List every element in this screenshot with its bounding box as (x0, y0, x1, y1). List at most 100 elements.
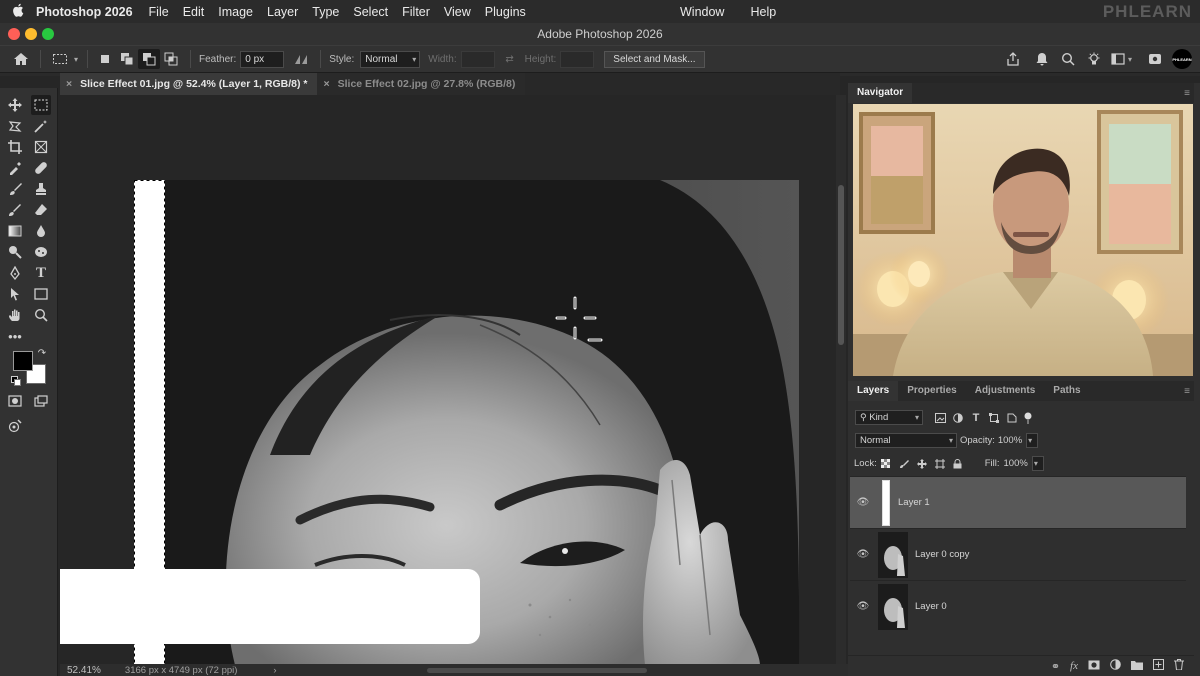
menu-type[interactable]: Type (312, 5, 339, 19)
visibility-eye-icon[interactable]: 👁 (850, 601, 876, 612)
close-window-button[interactable] (8, 28, 20, 40)
type-tool-icon[interactable]: T (31, 263, 51, 283)
layer-name[interactable]: Layer 0 copy (915, 549, 969, 560)
horizontal-scrollbar[interactable] (426, 667, 647, 673)
feather-input[interactable]: 0 px (240, 50, 285, 68)
dodge-tool-icon[interactable] (5, 242, 25, 262)
scroll-thumb[interactable] (838, 185, 844, 345)
layer-row-layer-0-copy[interactable]: 👁 Layer 0 copy (850, 528, 1186, 580)
navigator-preview-video[interactable] (853, 104, 1193, 376)
zoom-level[interactable]: 52.41% (67, 665, 101, 676)
menu-layer[interactable]: Layer (267, 5, 298, 19)
add-to-selection-icon[interactable] (116, 49, 138, 69)
plugins-icon[interactable] (1144, 49, 1166, 69)
tab-layers[interactable]: Layers (848, 381, 899, 401)
lock-artboard-icon[interactable] (931, 454, 949, 474)
new-selection-icon[interactable] (94, 49, 116, 69)
swap-dimensions-icon[interactable]: ⇄ (499, 49, 521, 69)
blur-tool-icon[interactable] (31, 221, 51, 241)
tab-adjustments[interactable]: Adjustments (966, 381, 1045, 401)
rectangular-marquee-tool-icon[interactable] (31, 95, 51, 115)
zoom-window-button[interactable] (42, 28, 54, 40)
tab-properties[interactable]: Properties (898, 381, 965, 401)
path-selection-tool-icon[interactable] (5, 284, 25, 304)
fill-input[interactable]: 100% (1004, 458, 1028, 469)
menu-filter[interactable]: Filter (402, 5, 430, 19)
more-tools-icon[interactable]: ••• (5, 326, 25, 346)
blend-mode-select[interactable]: Normal ▾ (855, 433, 957, 448)
home-icon[interactable] (10, 49, 32, 69)
filter-smart-object-icon[interactable] (1003, 408, 1021, 428)
chevron-right-icon[interactable]: › (273, 665, 276, 676)
link-layers-icon[interactable]: ⚭ (1051, 660, 1060, 673)
new-layer-icon[interactable] (1153, 659, 1164, 673)
magic-wand-tool-icon[interactable] (31, 116, 51, 136)
document-canvas[interactable] (60, 95, 836, 665)
hand-tool-icon[interactable] (5, 305, 25, 325)
apple-menu-icon[interactable] (0, 3, 36, 20)
healing-brush-tool-icon[interactable] (31, 158, 51, 178)
pen-tool-icon[interactable] (5, 263, 25, 283)
lock-all-icon[interactable] (949, 454, 967, 474)
subtract-from-selection-icon[interactable] (138, 49, 160, 69)
vertical-scrollbar[interactable] (836, 95, 846, 665)
layer-name[interactable]: Layer 1 (898, 497, 930, 508)
new-group-folder-icon[interactable] (1131, 660, 1143, 673)
tab-slice-effect-02[interactable]: × Slice Effect 02.jpg @ 27.8% (RGB/8) (317, 73, 526, 95)
move-tool-icon[interactable] (5, 95, 25, 115)
edit-toolbar-icon[interactable] (5, 416, 25, 436)
opacity-input[interactable]: 100% (998, 435, 1022, 446)
screen-mode-icon[interactable] (31, 391, 51, 411)
menu-file[interactable]: File (149, 5, 169, 19)
history-brush-tool-icon[interactable] (5, 200, 25, 220)
brush-tool-icon[interactable] (5, 179, 25, 199)
marquee-preset-icon[interactable] (49, 49, 71, 69)
style-select[interactable]: Normal ▾ (360, 50, 421, 68)
new-adjustment-layer-icon[interactable] (1110, 659, 1121, 673)
filter-adjustment-icon[interactable] (949, 408, 967, 428)
share-icon[interactable] (1002, 49, 1024, 69)
crop-tool-icon[interactable] (5, 137, 25, 157)
canvas-workspace[interactable] (60, 95, 836, 665)
app-menu[interactable]: Photoshop 2026 (36, 5, 133, 19)
clone-stamp-tool-icon[interactable] (31, 179, 51, 199)
zoom-tool-icon[interactable] (31, 305, 51, 325)
layer-row-layer-1[interactable]: 👁 Layer 1 (850, 476, 1186, 528)
filter-type-icon[interactable]: T (967, 408, 985, 428)
default-colors-icon[interactable] (10, 375, 22, 387)
eraser-tool-icon[interactable] (31, 200, 51, 220)
sponge-tool-icon[interactable] (31, 242, 51, 262)
add-mask-icon[interactable] (1088, 660, 1100, 673)
filter-shape-icon[interactable] (985, 408, 1003, 428)
close-icon[interactable]: × (66, 73, 72, 95)
close-icon[interactable]: × (323, 73, 329, 95)
tab-slice-effect-01[interactable]: × Slice Effect 01.jpg @ 52.4% (Layer 1, … (60, 73, 318, 95)
tab-paths[interactable]: Paths (1044, 381, 1089, 401)
lasso-tool-icon[interactable] (5, 116, 25, 136)
menu-view[interactable]: View (444, 5, 471, 19)
intersect-selection-icon[interactable] (160, 49, 182, 69)
menu-plugins[interactable]: Plugins (485, 5, 526, 19)
fill-slider-toggle[interactable]: ▾ (1031, 456, 1044, 471)
width-input[interactable] (460, 50, 495, 68)
rectangle-tool-icon[interactable] (31, 284, 51, 304)
lightbulb-icon[interactable] (1083, 49, 1105, 69)
chevron-down-icon[interactable]: ▾ (1124, 49, 1136, 69)
visibility-eye-icon[interactable]: 👁 (850, 497, 876, 508)
menu-help[interactable]: Help (750, 5, 776, 19)
filter-toggle-icon[interactable] (1021, 408, 1035, 428)
lock-transparent-pixels-icon[interactable] (877, 454, 895, 474)
layer-row-layer-0[interactable]: 👁 Layer 0 (850, 580, 1186, 632)
delete-layer-trash-icon[interactable] (1174, 659, 1184, 673)
frame-tool-icon[interactable] (31, 137, 51, 157)
layer-name[interactable]: Layer 0 (915, 601, 947, 612)
panel-menu-icon[interactable]: ≡ (1184, 386, 1190, 397)
lock-position-icon[interactable] (913, 454, 931, 474)
chevron-down-icon[interactable]: ▾ (71, 49, 81, 69)
height-input[interactable] (560, 50, 595, 68)
menu-image[interactable]: Image (218, 5, 253, 19)
filter-pixel-icon[interactable] (931, 408, 949, 428)
lock-image-pixels-icon[interactable] (895, 454, 913, 474)
menu-select[interactable]: Select (353, 5, 388, 19)
foreground-color-swatch[interactable] (13, 351, 33, 371)
